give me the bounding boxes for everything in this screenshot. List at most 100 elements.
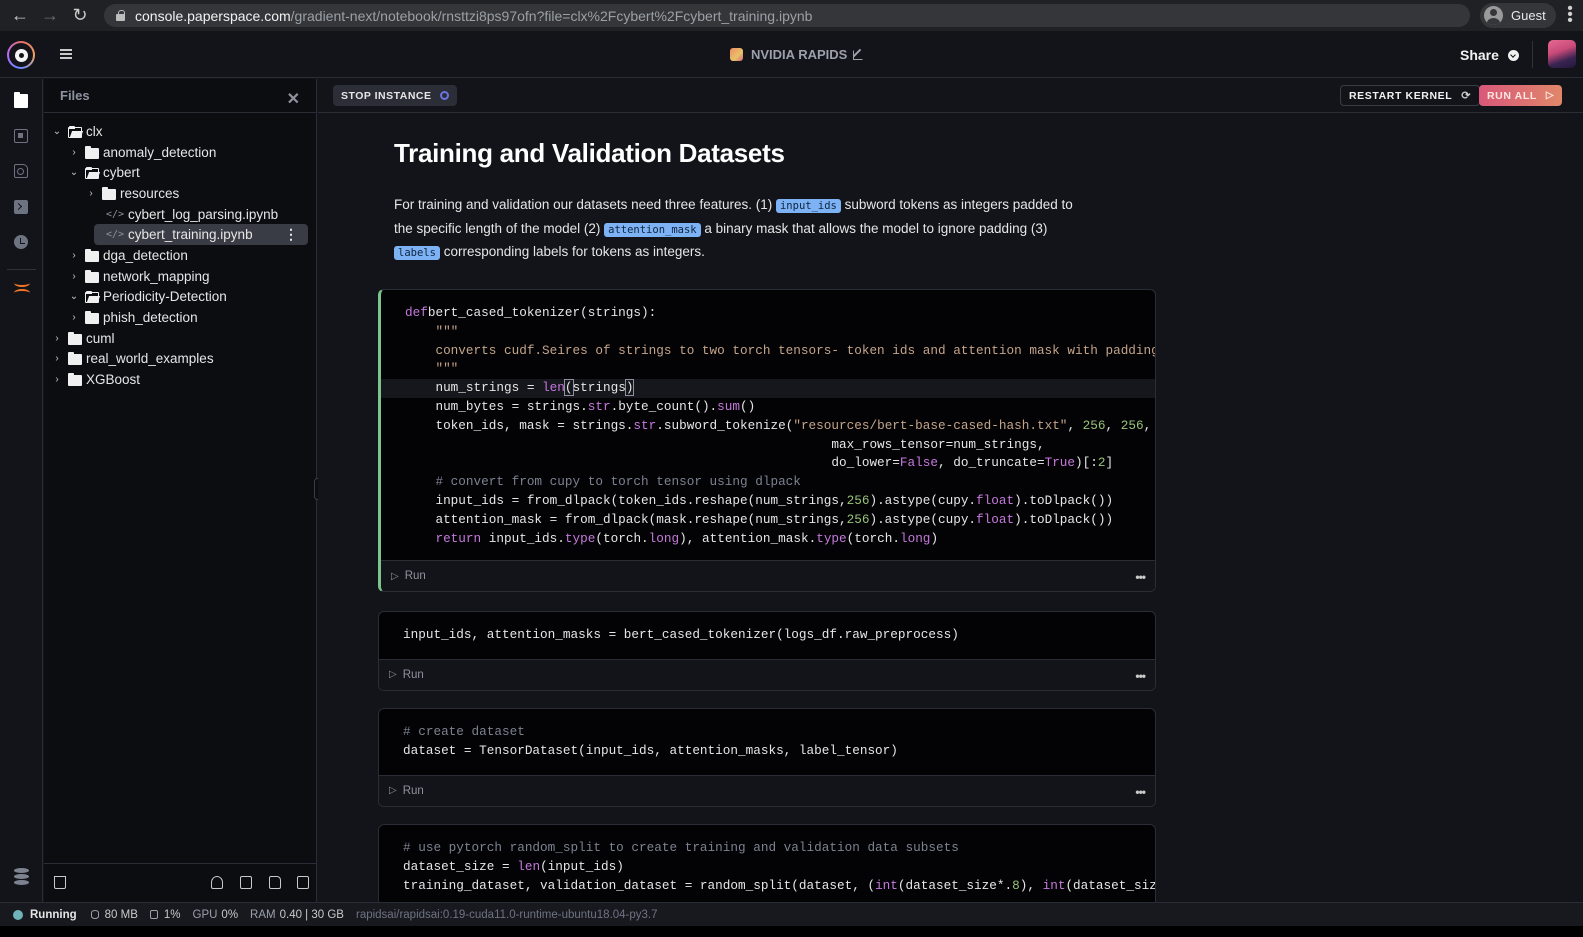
back-button[interactable]: ← bbox=[5, 0, 35, 31]
datasets-icon[interactable] bbox=[14, 868, 29, 885]
tree-item-label: anomaly_detection bbox=[103, 144, 217, 160]
chevron-right-icon[interactable]: › bbox=[69, 312, 79, 323]
tree-folder[interactable]: ⌄ Periodicity-Detection bbox=[44, 287, 316, 308]
code-cell[interactable]: # create dataset dataset = TensorDataset(… bbox=[378, 708, 1156, 807]
code-token: 256 bbox=[1082, 417, 1106, 433]
run-icon[interactable]: ▷ bbox=[389, 785, 397, 796]
code-token: ) bbox=[624, 379, 635, 397]
chevron-right-icon[interactable]: › bbox=[69, 271, 79, 282]
chevron-right-icon[interactable]: › bbox=[52, 353, 62, 364]
folder-open-icon bbox=[85, 291, 99, 304]
chevron-right-icon[interactable]: › bbox=[52, 333, 62, 344]
code-editor[interactable]: input_ids, attention_masks = bert_cased_… bbox=[379, 612, 1155, 659]
code-line: num_strings = len(strings) bbox=[381, 379, 1155, 398]
markdown-cell[interactable]: Training and Validation Datasets For tra… bbox=[394, 138, 1094, 265]
code-token: bert_cased_tokenizer(strings): bbox=[427, 305, 657, 320]
upload-icon[interactable] bbox=[211, 876, 223, 889]
new-folder-icon[interactable] bbox=[297, 876, 309, 889]
reload-button[interactable]: ↻ bbox=[65, 0, 95, 31]
tree-file[interactable]: </> cybert_training.ipynb ⋮ bbox=[94, 224, 308, 246]
terminal-icon[interactable] bbox=[14, 200, 28, 214]
share-button[interactable]: Share bbox=[1460, 47, 1519, 63]
address-bar[interactable]: console.paperspace.com/gradient-next/not… bbox=[104, 4, 1470, 27]
browser-menu-icon[interactable]: • • • bbox=[1565, 1, 1575, 29]
more-options-icon[interactable]: ••• bbox=[1135, 785, 1146, 799]
code-token: ) bbox=[930, 530, 939, 546]
code-token: num_strings = bbox=[405, 380, 543, 396]
code-token: ), bbox=[1019, 877, 1043, 893]
code-token: (torch. bbox=[595, 530, 649, 546]
run-icon[interactable]: ▷ bbox=[391, 571, 399, 582]
tree-folder[interactable]: › XGBoost bbox=[44, 369, 316, 390]
tree-folder[interactable]: › resources bbox=[44, 183, 316, 204]
files-icon[interactable] bbox=[14, 92, 28, 108]
tree-file[interactable]: </> cybert_log_parsing.ipynb bbox=[44, 204, 316, 225]
tree-folder[interactable]: › phish_detection bbox=[44, 307, 316, 328]
chevron-right-icon[interactable]: › bbox=[86, 188, 96, 199]
jupyter-icon[interactable] bbox=[14, 277, 30, 297]
restart-icon: ⟳ bbox=[1461, 90, 1472, 102]
run-cell-button[interactable]: Run bbox=[403, 785, 424, 797]
document-search-icon[interactable] bbox=[14, 164, 28, 178]
tree-folder[interactable]: ⌄ cybert bbox=[44, 162, 316, 183]
app-header: NVIDIA RAPIDS Share bbox=[0, 31, 1583, 78]
restart-kernel-label: RESTART KERNEL bbox=[1349, 89, 1453, 102]
tree-folder[interactable]: › real_world_examples bbox=[44, 349, 316, 370]
run-cell-button[interactable]: Run bbox=[405, 570, 426, 582]
chevron-down-icon[interactable]: ⌄ bbox=[69, 167, 79, 178]
tree-folder[interactable]: ⌄ clx bbox=[44, 121, 316, 142]
code-line: token_ids, mask = strings.str.subword_to… bbox=[405, 417, 1155, 436]
chevron-down-icon[interactable]: ⌄ bbox=[69, 291, 79, 302]
history-clock-icon[interactable] bbox=[14, 235, 28, 249]
profile-button[interactable]: Guest bbox=[1480, 3, 1556, 28]
trash-icon[interactable] bbox=[54, 876, 66, 889]
tree-folder[interactable]: › anomaly_detection bbox=[44, 142, 316, 163]
folder-icon bbox=[85, 145, 99, 159]
new-file-icon[interactable] bbox=[269, 876, 281, 889]
folder-open-icon bbox=[68, 125, 82, 138]
code-file-icon: </> bbox=[106, 208, 125, 220]
user-avatar[interactable] bbox=[1548, 40, 1576, 68]
code-cell[interactable]: input_ids, attention_masks = bert_cased_… bbox=[378, 611, 1156, 691]
code-token: (torch. bbox=[846, 530, 900, 546]
chevron-right-icon[interactable]: › bbox=[52, 374, 62, 385]
run-cell-button[interactable]: Run bbox=[403, 669, 424, 681]
code-token: 8 bbox=[1012, 877, 1020, 893]
tree-item-label: cybert_training.ipynb bbox=[128, 227, 253, 243]
project-icon bbox=[730, 48, 743, 61]
chevron-right-icon[interactable]: › bbox=[69, 250, 79, 261]
paperspace-logo-icon[interactable] bbox=[7, 41, 35, 69]
edit-icon[interactable] bbox=[853, 49, 864, 60]
code-token: ), attention_mask. bbox=[679, 530, 817, 546]
more-options-icon[interactable]: ••• bbox=[1135, 669, 1146, 683]
run-icon[interactable]: ▷ bbox=[389, 669, 397, 680]
stop-instance-button[interactable]: STOP INSTANCE bbox=[333, 85, 457, 106]
code-cell[interactable]: # use pytorch random_split to create tra… bbox=[378, 824, 1156, 902]
project-title[interactable]: NVIDIA RAPIDS bbox=[730, 47, 864, 62]
code-editor[interactable]: defbert_cased_tokenizer(strings): """ co… bbox=[381, 290, 1155, 560]
code-token: False bbox=[899, 455, 938, 471]
tree-folder[interactable]: › dga_detection bbox=[44, 245, 316, 266]
file-menu-icon[interactable]: ⋮ bbox=[284, 226, 298, 243]
close-icon[interactable]: ✕ bbox=[287, 89, 300, 109]
code-token: , bbox=[1105, 417, 1121, 433]
restart-kernel-button[interactable]: RESTART KERNEL ⟳ bbox=[1340, 85, 1481, 106]
code-token: num_bytes = strings. bbox=[405, 398, 588, 414]
url-host: console.paperspace.com bbox=[135, 7, 291, 24]
run-all-button[interactable]: RUN ALL ▷ bbox=[1479, 85, 1563, 106]
inline-code-attention-mask: attention_mask bbox=[604, 222, 701, 237]
chevron-down-icon[interactable]: ⌄ bbox=[52, 126, 62, 137]
forward-button[interactable]: → bbox=[35, 0, 65, 31]
code-editor[interactable]: # use pytorch random_split to create tra… bbox=[379, 825, 1155, 902]
tree-folder[interactable]: › network_mapping bbox=[44, 266, 316, 287]
code-token: str bbox=[587, 398, 611, 414]
code-cell[interactable]: defbert_cased_tokenizer(strings): """ co… bbox=[378, 289, 1156, 593]
tree-folder[interactable]: › cuml bbox=[44, 328, 316, 349]
machine-chip-icon[interactable] bbox=[14, 129, 28, 143]
code-token: (dataset_size*. bbox=[897, 877, 1013, 893]
chevron-right-icon[interactable]: › bbox=[69, 147, 79, 158]
book-icon[interactable] bbox=[240, 876, 252, 889]
code-editor[interactable]: # create dataset dataset = TensorDataset(… bbox=[379, 709, 1155, 775]
hamburger-menu-icon[interactable] bbox=[60, 49, 72, 59]
more-options-icon[interactable]: ••• bbox=[1135, 570, 1146, 584]
